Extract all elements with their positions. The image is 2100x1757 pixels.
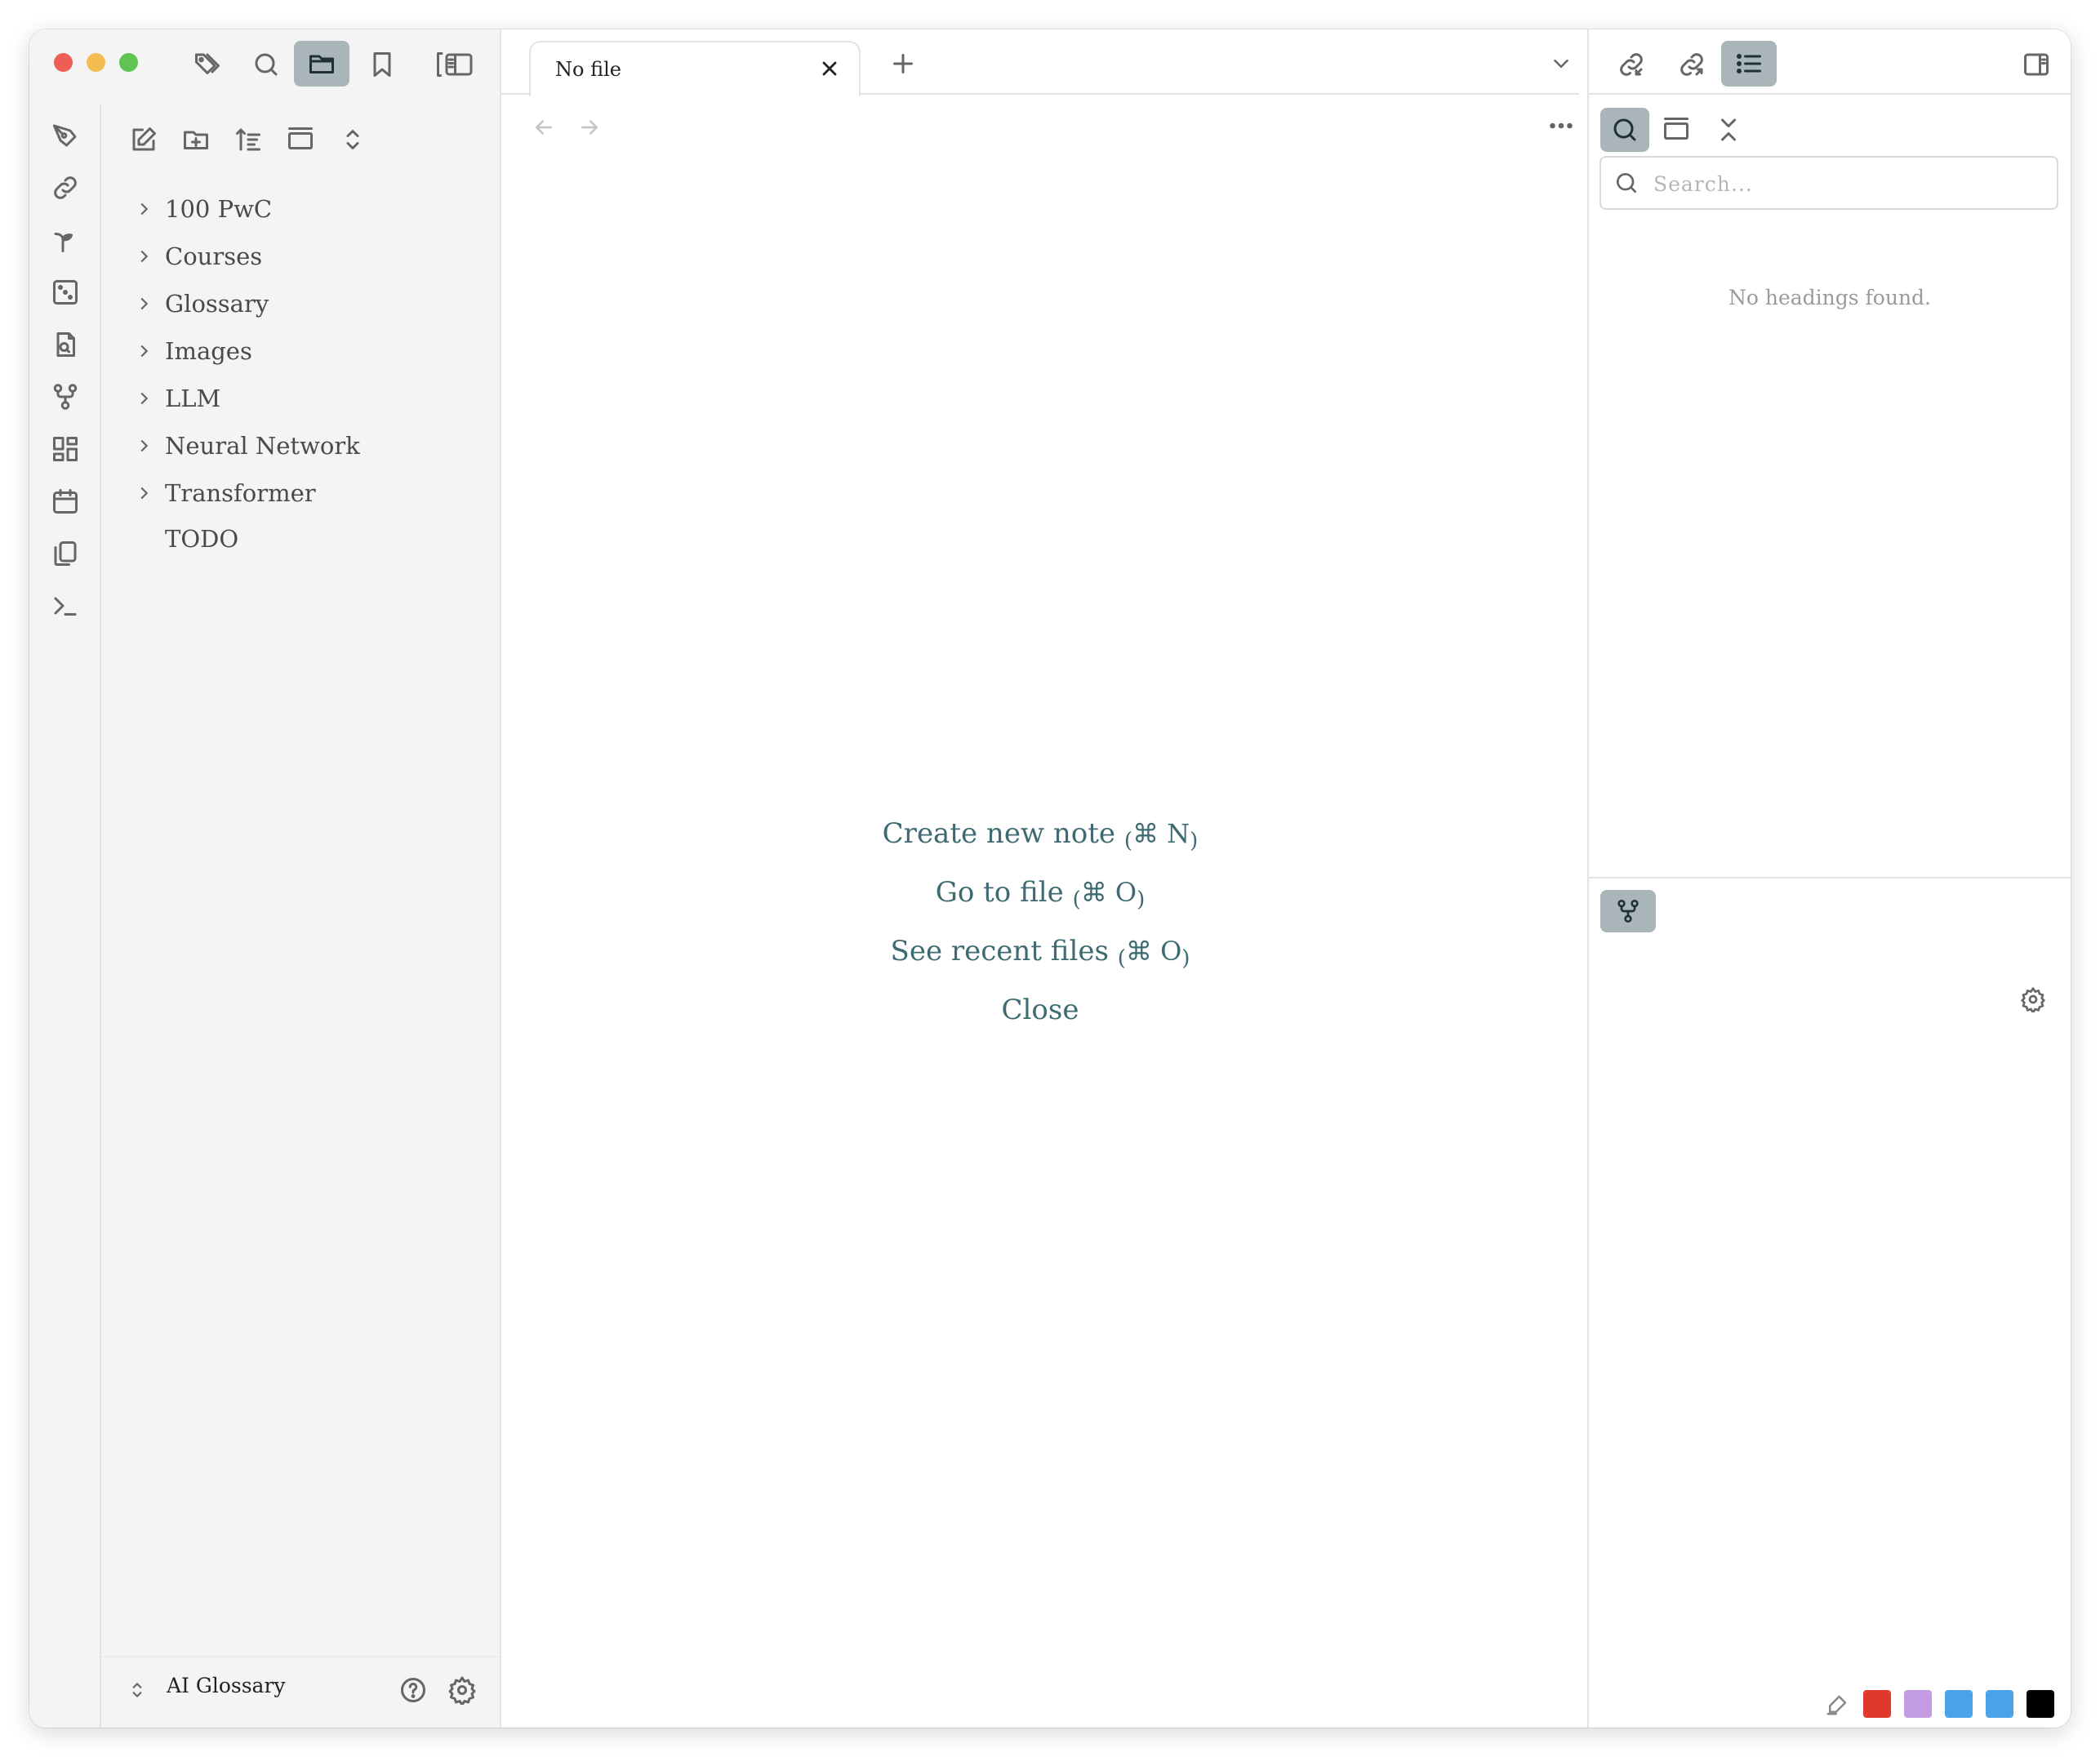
highlight-color-blue[interactable] xyxy=(1945,1690,1973,1718)
folder-item[interactable]: LLM xyxy=(127,379,220,418)
folder-item[interactable]: Neural Network xyxy=(127,426,360,465)
close-link[interactable]: Close xyxy=(501,994,1579,1026)
chevron-right-icon xyxy=(127,379,160,418)
new-note-icon[interactable] xyxy=(121,119,167,160)
highlight-color-black[interactable] xyxy=(2027,1690,2054,1718)
expand-collapse-icon[interactable] xyxy=(330,119,376,160)
outgoing-links-icon[interactable] xyxy=(1669,44,1715,85)
terminal-icon[interactable] xyxy=(39,583,91,629)
tab-no-file[interactable]: No file xyxy=(529,41,861,96)
dice-icon[interactable] xyxy=(39,269,91,315)
vault-name[interactable]: AI Glossary xyxy=(167,1674,286,1697)
right-sidebar-divider[interactable] xyxy=(1587,29,1589,1728)
folder-label: 100 PwC xyxy=(165,195,273,223)
graph-settings-icon[interactable] xyxy=(2013,980,2053,1019)
folder-item[interactable]: Images xyxy=(127,331,252,371)
right-panel-split-divider[interactable] xyxy=(1589,877,2071,878)
chevron-right-icon xyxy=(127,237,160,276)
go-to-file-link[interactable]: Go to file (⌘ O) xyxy=(501,876,1579,912)
highlighter-icon[interactable] xyxy=(1819,1687,1855,1723)
folder-label: LLM xyxy=(165,385,221,412)
create-new-note-link[interactable]: Create new note (⌘ N) xyxy=(501,817,1579,853)
outline-search-box[interactable] xyxy=(1599,156,2058,210)
highlight-color-red[interactable] xyxy=(1863,1690,1891,1718)
window-close-button[interactable] xyxy=(54,53,73,72)
folder-label: Neural Network xyxy=(165,432,360,460)
toggle-right-sidebar-icon[interactable] xyxy=(2013,44,2059,85)
folder-label: Images xyxy=(165,337,252,365)
folder-item[interactable]: Transformer xyxy=(127,474,316,513)
settings-icon[interactable] xyxy=(444,1672,480,1708)
new-folder-icon[interactable] xyxy=(173,119,219,160)
reading-view-icon[interactable] xyxy=(425,44,483,85)
graph-view-icon[interactable] xyxy=(1600,890,1656,932)
folder-label: Glossary xyxy=(165,290,269,318)
shortcut-hint: ⌘ O xyxy=(1080,877,1137,908)
folder-item[interactable]: Glossary xyxy=(127,284,269,323)
calendar-icon[interactable] xyxy=(39,478,91,524)
forward-arrow-icon[interactable] xyxy=(572,109,607,145)
copy-icon[interactable] xyxy=(39,531,91,576)
tab-title: No file xyxy=(555,58,621,81)
shortcut-hint: ⌘ O xyxy=(1125,936,1182,967)
see-recent-files-link[interactable]: See recent files (⌘ O) xyxy=(501,935,1579,971)
collapse-all-icon[interactable] xyxy=(1654,108,1698,152)
outline-icon[interactable] xyxy=(1721,41,1777,87)
help-icon[interactable] xyxy=(395,1672,431,1708)
app-window: 100 PwC Courses Glossary Images LLM Neur… xyxy=(29,29,2071,1728)
search-icon xyxy=(1611,167,1642,198)
vault-switcher-icon[interactable] xyxy=(121,1674,153,1706)
file-search-icon[interactable] xyxy=(39,322,91,367)
folder-item[interactable]: 100 PwC xyxy=(127,189,272,229)
tab-list-chevron-icon[interactable] xyxy=(1543,46,1579,82)
shortcut-hint: ⌘ N xyxy=(1132,818,1190,849)
search-input[interactable] xyxy=(1652,158,2047,210)
folder-label: Transformer xyxy=(165,479,316,507)
window-zoom-button[interactable] xyxy=(119,53,138,72)
file-item[interactable]: TODO xyxy=(127,519,238,558)
new-tab-icon[interactable] xyxy=(883,44,923,83)
git-fork-icon[interactable] xyxy=(39,374,91,420)
chevron-right-icon xyxy=(127,426,160,465)
pen-tool-icon[interactable] xyxy=(39,113,91,158)
close-tab-icon[interactable] xyxy=(813,52,846,85)
sort-icon[interactable] xyxy=(225,119,271,160)
link-icon[interactable] xyxy=(39,165,91,211)
collapse-view-icon[interactable] xyxy=(278,119,323,160)
tags-icon[interactable] xyxy=(185,44,230,85)
window-minimize-button[interactable] xyxy=(87,53,105,72)
bookmark-icon[interactable] xyxy=(359,44,405,85)
folder-icon[interactable] xyxy=(294,41,349,87)
chevron-right-icon xyxy=(127,474,160,513)
chevron-right-icon xyxy=(127,331,160,371)
highlight-color-blue-2[interactable] xyxy=(1986,1690,2013,1718)
chevron-right-icon xyxy=(127,189,160,229)
file-label: TODO xyxy=(165,525,239,553)
back-arrow-icon[interactable] xyxy=(526,109,562,145)
collapse-icon[interactable] xyxy=(1706,108,1751,152)
sprout-icon[interactable] xyxy=(39,217,91,263)
folder-label: Courses xyxy=(165,242,263,270)
highlight-color-purple[interactable] xyxy=(1904,1690,1932,1718)
folder-item[interactable]: Courses xyxy=(127,237,262,276)
no-headings-message: No headings found. xyxy=(1728,286,1931,309)
search-icon[interactable] xyxy=(243,44,289,85)
more-options-icon[interactable] xyxy=(1543,108,1579,144)
ribbon-divider xyxy=(100,105,101,1728)
chevron-right-icon xyxy=(127,284,160,323)
outline-search-icon[interactable] xyxy=(1600,108,1649,152)
dashboard-icon[interactable] xyxy=(39,426,91,472)
backlinks-icon[interactable] xyxy=(1608,44,1654,85)
